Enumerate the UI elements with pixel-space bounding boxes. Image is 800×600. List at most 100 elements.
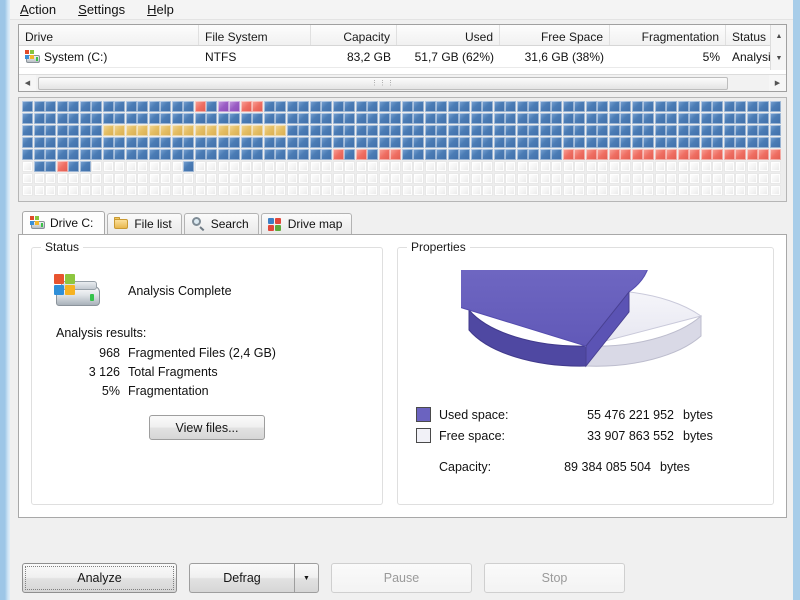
block-cell — [505, 137, 516, 148]
block-cell — [769, 101, 781, 112]
result-label-fragmentation: Fragmentation — [128, 384, 209, 398]
menu-item-help[interactable]: Help — [143, 1, 184, 19]
block-cell — [355, 125, 367, 136]
scroll-right-icon[interactable]: ▶ — [769, 75, 786, 91]
legend-label-free: Free space: — [439, 428, 506, 443]
drive-list-horizontal-scrollbar[interactable]: ◀ ⋮⋮⋮ ▶ — [19, 74, 786, 91]
block-cell — [171, 101, 183, 112]
tab-drive-map[interactable]: Drive map — [260, 213, 353, 234]
block-cell — [367, 101, 378, 112]
scroll-up-icon[interactable]: ▲ — [771, 25, 786, 47]
menu-help-accel: H — [147, 1, 157, 17]
block-cell — [723, 185, 735, 196]
block-cell — [79, 185, 91, 196]
defrag-window: Action Settings Help Drive File System C… — [0, 0, 800, 600]
block-cell — [413, 125, 424, 136]
block-cell — [56, 173, 68, 184]
block-cell — [608, 149, 620, 160]
block-cell — [585, 161, 597, 172]
block-cell — [194, 101, 206, 112]
menu-item-settings[interactable]: Settings — [74, 1, 135, 19]
block-cell — [505, 185, 516, 196]
block-cell — [114, 101, 125, 112]
block-cell — [183, 161, 194, 172]
block-cell — [666, 185, 677, 196]
tab-search[interactable]: Search — [183, 213, 259, 234]
column-header-file-system[interactable]: File System — [199, 25, 311, 45]
block-cell — [298, 113, 309, 124]
block-cell — [79, 125, 91, 136]
drive-list[interactable]: Drive File System Capacity Used Free Spa… — [18, 24, 787, 92]
view-files-button[interactable]: View files... — [149, 415, 265, 440]
block-cell — [413, 137, 424, 148]
block-cell — [516, 113, 528, 124]
block-cell — [470, 125, 482, 136]
scroll-left-icon[interactable]: ◀ — [19, 75, 36, 91]
block-cell — [240, 113, 252, 124]
legend-label-used: Used space: — [439, 407, 509, 422]
block-cell — [355, 173, 367, 184]
tab-drive-c[interactable]: Drive C: — [22, 211, 106, 234]
block-cell — [183, 185, 194, 196]
block-cell — [309, 173, 321, 184]
block-cell — [746, 113, 758, 124]
menu-item-action[interactable]: Action — [16, 1, 66, 19]
block-cell — [459, 185, 470, 196]
block-cell — [56, 185, 68, 196]
block-cell — [263, 149, 275, 160]
chevron-down-icon[interactable]: ▼ — [294, 563, 319, 593]
status-headline-row: Analysis Complete — [54, 274, 370, 308]
disk-block-map[interactable] — [18, 97, 787, 202]
column-header-fragmentation[interactable]: Fragmentation — [610, 25, 726, 45]
column-header-used[interactable]: Used — [397, 25, 500, 45]
block-cell — [401, 149, 413, 160]
scroll-down-icon[interactable]: ▼ — [771, 47, 786, 69]
hscroll-thumb[interactable]: ⋮⋮⋮ — [38, 76, 728, 90]
block-cell — [125, 173, 137, 184]
block-cell — [183, 101, 194, 112]
cell-capacity: 83,2 GB — [346, 49, 391, 64]
block-cell — [769, 125, 781, 136]
legend-unit-free: bytes — [683, 428, 713, 443]
drive-list-vertical-scrollbar[interactable]: ▲ ▼ — [770, 25, 786, 70]
column-header-drive[interactable]: Drive — [19, 25, 199, 45]
block-cell — [677, 173, 689, 184]
column-header-capacity[interactable]: Capacity — [311, 25, 397, 45]
block-cell — [493, 149, 505, 160]
block-cell — [332, 113, 344, 124]
block-cell — [643, 173, 654, 184]
block-cell — [275, 125, 286, 136]
pause-button[interactable]: Pause — [331, 563, 472, 593]
cell-used: 51,7 GB (62%) — [414, 49, 494, 64]
block-cell — [275, 161, 286, 172]
block-cell — [367, 137, 378, 148]
stop-button[interactable]: Stop — [484, 563, 625, 593]
tab-file-list[interactable]: File list — [107, 213, 182, 234]
table-row[interactable]: System (C:) NTFS 83,2 GB 51,7 GB (62%) 3… — [19, 46, 786, 68]
block-cell — [332, 149, 344, 160]
analyze-button[interactable]: Analyze — [22, 563, 177, 593]
block-cell — [45, 149, 56, 160]
block-cell — [309, 185, 321, 196]
result-value-fragmentation: 5% — [101, 384, 120, 398]
block-cell — [22, 101, 33, 112]
block-cell — [551, 113, 562, 124]
block-cell — [194, 137, 206, 148]
block-cell — [528, 185, 539, 196]
block-cell — [390, 173, 401, 184]
block-cell — [643, 185, 654, 196]
block-cell — [689, 185, 700, 196]
block-cell — [33, 149, 45, 160]
block-cell — [321, 101, 332, 112]
block-cell — [746, 137, 758, 148]
block-cell — [22, 149, 33, 160]
block-cell — [654, 161, 666, 172]
defrag-button[interactable]: Defrag — [189, 563, 294, 593]
block-cell — [643, 137, 654, 148]
block-cell — [654, 125, 666, 136]
column-header-free-space[interactable]: Free Space — [500, 25, 610, 45]
block-cell — [321, 125, 332, 136]
block-cell — [22, 125, 33, 136]
block-cell — [459, 149, 470, 160]
block-cell — [91, 161, 102, 172]
